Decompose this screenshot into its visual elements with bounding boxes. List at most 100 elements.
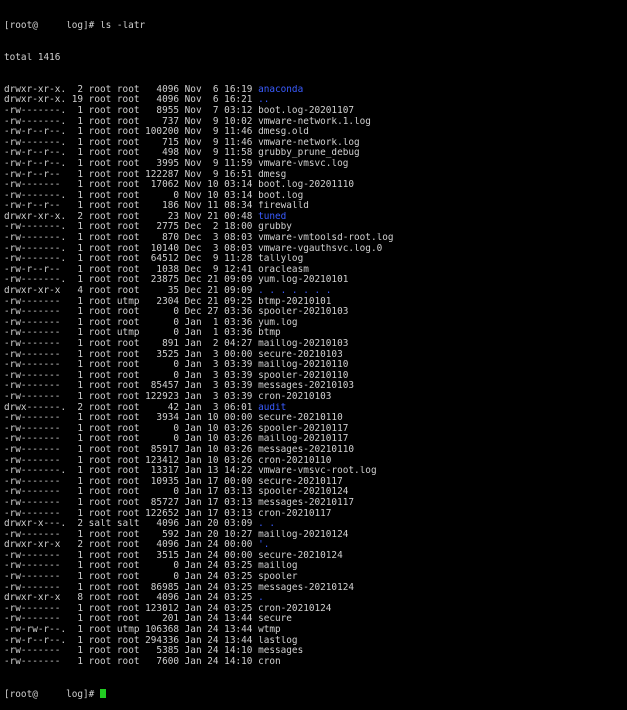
file-size: 5385 (139, 646, 180, 657)
listing-row: -rw------- 1 root root 86985 Jan 24 03:2… (4, 583, 627, 594)
file-size: 0 (139, 317, 180, 328)
listing-row: -rw-r--r--. 1 root root 100200 Nov 9 11:… (4, 127, 627, 138)
file-name: secure-20210124 (258, 550, 343, 561)
owner: root (83, 180, 112, 191)
time: 08:03 (218, 233, 253, 244)
permissions: drwxr-xr-x (4, 593, 67, 604)
time: 16:51 (218, 169, 253, 180)
listing-row: -rw-------. 1 root root 0 Nov 10 03:14 b… (4, 191, 627, 202)
link-count: 1 (66, 370, 84, 381)
day: 10 (201, 455, 219, 466)
listing-row: drwxr-x---. 2 salt salt 4096 Jan 20 03:0… (4, 519, 627, 530)
file-size: 4096 (139, 593, 180, 604)
permissions: -rw------- (4, 317, 67, 328)
permissions: -rw------- (4, 582, 67, 593)
group: root (111, 444, 140, 455)
group: root (111, 243, 140, 254)
file-size: 35 (139, 286, 180, 297)
owner: root (83, 127, 112, 138)
file-name: maillog-20210110 (258, 360, 349, 371)
file-size: 0 (139, 434, 180, 445)
owner: root (83, 497, 112, 508)
permissions: drwx------. (4, 402, 67, 413)
owner: root (83, 550, 112, 561)
day: 13 (201, 466, 219, 477)
group: root (111, 349, 140, 360)
owner: root (83, 84, 112, 95)
group: root (111, 275, 140, 286)
link-count: 1 (66, 381, 84, 392)
permissions: -rw------- (4, 614, 67, 625)
time: 00:00 (218, 349, 253, 360)
listing-row: -rw-r--r--. 1 root root 294336 Jan 24 13… (4, 636, 627, 647)
file-name: cron-20210103 (258, 391, 332, 402)
day: 9 (201, 158, 219, 169)
time: 03:09 (218, 519, 253, 530)
group: root (111, 540, 140, 551)
listing-row: -rw------- 1 root root 122923 Jan 3 03:3… (4, 392, 627, 403)
input-prompt-line[interactable]: [root@ log]# (4, 688, 627, 699)
owner: root (83, 349, 112, 360)
file-size: 10935 (139, 476, 180, 487)
time: 03:36 (218, 328, 253, 339)
file-size: 122652 (139, 508, 180, 519)
time: 11:46 (218, 137, 253, 148)
month: Jan (179, 582, 202, 593)
owner: root (83, 656, 112, 667)
time: 10:02 (218, 116, 253, 127)
day: 24 (201, 550, 219, 561)
listing-row: -rw------- 1 root root 0 Jan 10 03:26 ma… (4, 434, 627, 445)
time: 03:36 (218, 317, 253, 328)
listing-row: -rw-------. 1 root root 737 Nov 9 10:02 … (4, 117, 627, 128)
day: 9 (201, 148, 219, 159)
day: 9 (201, 137, 219, 148)
day: 17 (201, 487, 219, 498)
owner: root (83, 487, 112, 498)
file-size: 2775 (139, 222, 180, 233)
permissions: -rw------- (4, 391, 67, 402)
permissions: -rw------- (4, 508, 67, 519)
link-count: 1 (66, 349, 84, 360)
time: 06:01 (218, 402, 253, 413)
file-name: yum.log (258, 317, 298, 328)
link-count: 2 (66, 211, 84, 222)
file-name: oracleasm (258, 264, 309, 275)
time: 04:27 (218, 339, 253, 349)
file-size: 498 (139, 148, 180, 159)
owner: root (83, 391, 112, 402)
permissions: -rw-r--r--. (4, 635, 67, 646)
day: 20 (201, 529, 219, 540)
file-size: 4096 (139, 95, 180, 106)
time: 03:12 (218, 105, 253, 116)
file-name: cron-20210110 (258, 455, 332, 466)
file-size: 64512 (139, 254, 180, 265)
owner: root (83, 148, 112, 159)
group: root (111, 307, 140, 318)
owner: root (83, 423, 112, 434)
month: Nov (179, 158, 202, 169)
owner: root (83, 529, 112, 540)
permissions: drwxr-xr-x. (4, 95, 67, 106)
time: 03:36 (218, 307, 253, 318)
month: Jan (179, 381, 202, 392)
listing-row: -rw-------. 1 root root 870 Dec 3 08:03 … (4, 233, 627, 244)
time: 03:39 (218, 370, 253, 381)
month: Jan (179, 593, 202, 604)
terminal-window[interactable]: [root@ log]# ls -latr total 1416 drwxr-x… (0, 0, 627, 699)
day: 21 (201, 275, 219, 286)
link-count: 1 (66, 582, 84, 593)
day: 3 (201, 391, 219, 402)
permissions: drwxr-xr-x. (4, 211, 67, 222)
owner: root (83, 201, 112, 212)
month: Jan (179, 540, 202, 551)
file-size: 85917 (139, 444, 180, 455)
month: Jan (179, 360, 202, 371)
permissions: -rw------- (4, 381, 67, 392)
group: root (111, 190, 140, 201)
file-size: 891 (139, 339, 180, 349)
file-name: spooler-20210110 (258, 370, 349, 381)
link-count: 1 (66, 391, 84, 402)
link-count: 2 (66, 540, 84, 551)
link-count: 1 (66, 328, 84, 339)
owner: root (83, 254, 112, 265)
